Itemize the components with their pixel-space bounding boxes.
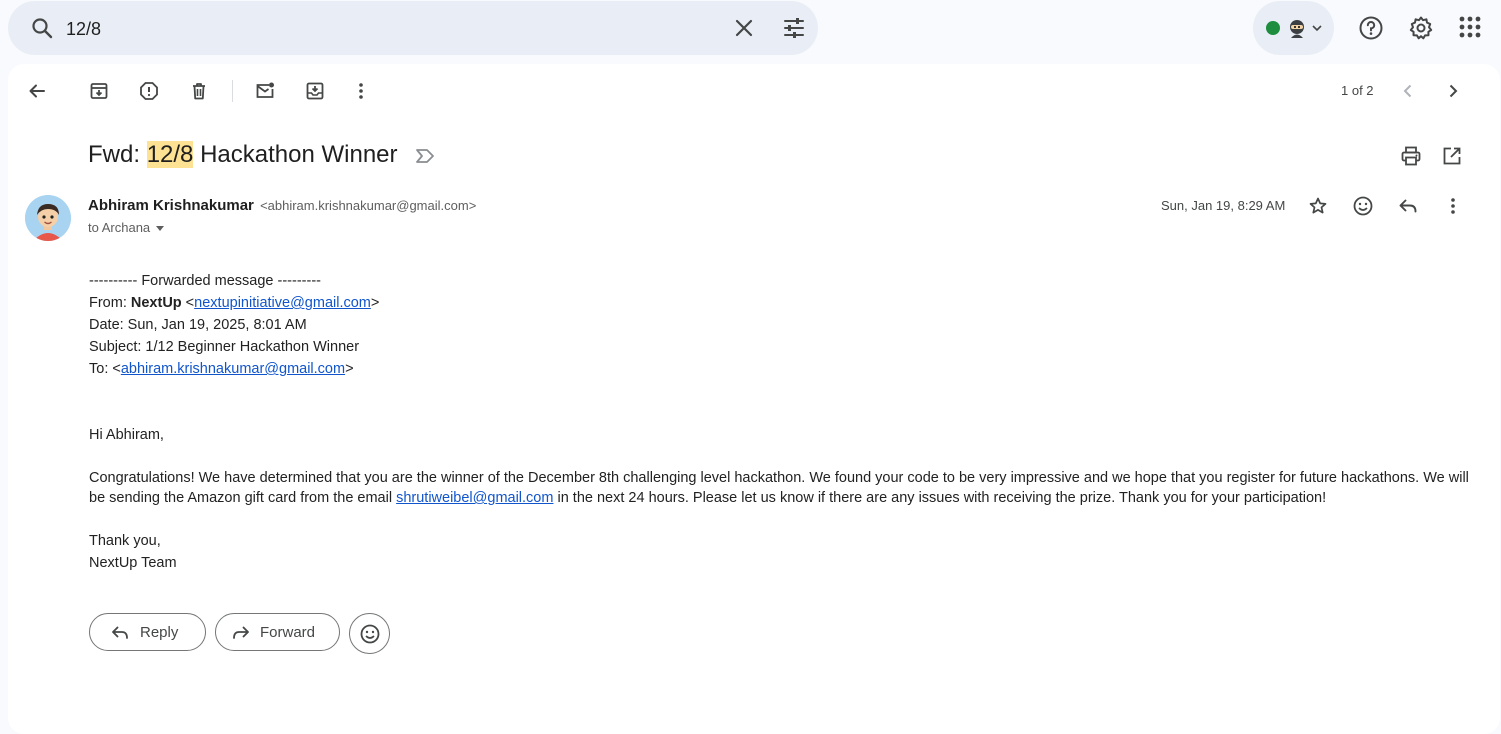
emoji-reaction-button[interactable]: [349, 613, 390, 654]
forward-button[interactable]: Forward: [215, 613, 340, 651]
status-dot: [1266, 21, 1280, 35]
more-vert-icon[interactable]: [1443, 196, 1463, 216]
gift-email-link[interactable]: shrutiweibel@gmail.com: [396, 490, 553, 506]
forwarded-header: ---------- Forwarded message ---------: [89, 273, 321, 289]
to-label: To: <: [89, 361, 121, 377]
search-bar: [8, 1, 818, 55]
message-body: ---------- Forwarded message --------- F…: [89, 270, 1469, 574]
avatar[interactable]: [25, 195, 71, 241]
more-vert-icon[interactable]: [351, 81, 371, 101]
reply-button[interactable]: Reply: [89, 613, 206, 651]
sender-line: Abhiram Krishnakumar <abhiram.krishnakum…: [88, 197, 476, 214]
from-email-link[interactable]: nextupinitiative@gmail.com: [194, 295, 371, 311]
toolbar-divider: [232, 80, 233, 102]
back-arrow-icon[interactable]: [27, 81, 47, 101]
reply-icon[interactable]: [1397, 196, 1419, 216]
search-icon[interactable]: [30, 16, 54, 40]
report-spam-icon[interactable]: [139, 81, 159, 101]
forward-label: Forward: [260, 624, 316, 641]
message-date: Sun, Jan 19, 8:29 AM: [1161, 198, 1286, 213]
recipient-label: to Archana: [88, 220, 151, 235]
apps-grid-icon[interactable]: [1458, 15, 1482, 39]
sender-email: <abhiram.krishnakumar@gmail.com>: [260, 198, 477, 213]
message-paragraph: Congratulations! We have determined that…: [89, 468, 1469, 508]
message-subject: Fwd: 12/8 Hackathon Winner: [88, 141, 398, 169]
print-icon[interactable]: [1400, 145, 1422, 167]
pager-count: 1 of 2: [1341, 83, 1374, 98]
message-view: 1 of 2 Fwd: 12/8 Hackathon Winner Abhira…: [8, 64, 1500, 734]
from-open: <: [181, 295, 195, 311]
signature: NextUp Team: [89, 555, 177, 571]
subject-search-highlight: 12/8: [146, 141, 194, 168]
signoff: Thank you,: [89, 533, 161, 549]
reply-label: Reply: [140, 624, 179, 641]
subject-suffix: Hackathon Winner: [193, 141, 398, 168]
emoji-icon[interactable]: [1352, 195, 1374, 217]
subject-prefix: Fwd:: [88, 141, 147, 168]
to-email-link[interactable]: abhiram.krishnakumar@gmail.com: [121, 361, 345, 377]
paragraph-part-2: in the next 24 hours. Please let us know…: [553, 490, 1327, 506]
label-icon[interactable]: [415, 146, 437, 166]
trash-icon[interactable]: [189, 81, 209, 101]
forwarded-from: From: NextUp <nextupinitiative@gmail.com…: [89, 292, 1469, 314]
from-name: NextUp: [130, 295, 182, 311]
archive-icon[interactable]: [89, 81, 109, 101]
ninja-icon: [1286, 18, 1308, 40]
mark-unread-icon[interactable]: [255, 81, 275, 101]
chevron-left-icon[interactable]: [1398, 81, 1418, 101]
open-new-window-icon[interactable]: [1441, 145, 1463, 167]
forwarded-to: To: <abhiram.krishnakumar@gmail.com>: [89, 358, 1469, 380]
from-label: From:: [89, 295, 131, 311]
to-close: >: [345, 361, 354, 377]
caret-down-icon: [156, 226, 165, 232]
chevron-down-icon: [1311, 22, 1323, 34]
star-icon[interactable]: [1308, 196, 1328, 216]
from-close: >: [370, 295, 380, 311]
forwarded-date: Date: Sun, Jan 19, 2025, 8:01 AM: [89, 317, 307, 333]
sender-name[interactable]: Abhiram Krishnakumar: [88, 197, 254, 214]
status-indicator[interactable]: [1253, 1, 1334, 55]
greeting: Hi Abhiram,: [89, 427, 164, 443]
move-to-icon[interactable]: [305, 81, 325, 101]
tune-icon[interactable]: [782, 16, 806, 40]
recipient-toggle[interactable]: to Archana: [88, 220, 165, 235]
close-icon[interactable]: [732, 16, 756, 40]
emoji-icon: [359, 623, 381, 645]
forwarded-subject: Subject: 1/12 Beginner Hackathon Winner: [89, 339, 360, 355]
search-input[interactable]: [64, 16, 668, 42]
gear-icon[interactable]: [1408, 15, 1434, 41]
help-icon[interactable]: [1358, 15, 1384, 41]
forward-icon: [231, 624, 251, 642]
chevron-right-icon[interactable]: [1443, 81, 1463, 101]
reply-icon: [110, 624, 130, 642]
